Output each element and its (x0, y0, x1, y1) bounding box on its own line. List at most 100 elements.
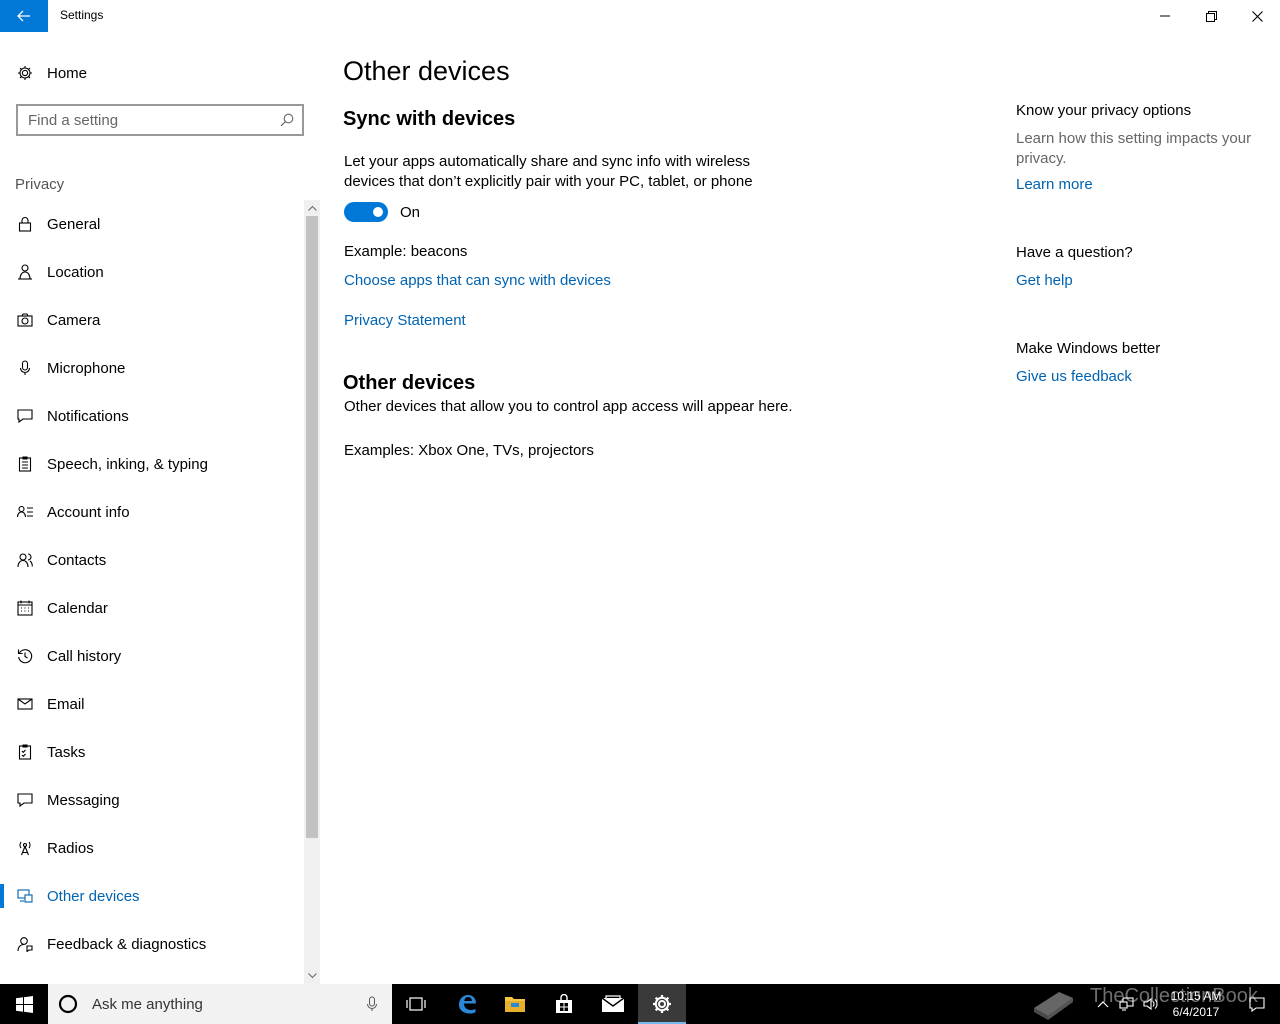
sidebar-item-label: Call history (47, 647, 122, 665)
task-view-button[interactable] (392, 984, 440, 1024)
speech-clipboard-icon (0, 456, 47, 472)
sidebar-scrollbar[interactable] (304, 200, 320, 984)
clock-date: 6/4/2017 (1172, 1005, 1220, 1019)
sidebar-item-other-devices[interactable]: Other devices (0, 872, 304, 920)
get-help-link[interactable]: Get help (1016, 272, 1073, 289)
gear-icon (653, 995, 671, 1013)
mail-envelope-icon (601, 995, 625, 1012)
sidebar-item-speech-inking-typing[interactable]: Speech, inking, & typing (0, 440, 304, 488)
sidebar-item-label: Messaging (47, 791, 120, 809)
sidebar-item-label: Other devices (47, 887, 140, 905)
settings-search-input[interactable] (18, 106, 272, 134)
edge-taskbar-button[interactable] (443, 984, 491, 1024)
mail-taskbar-button[interactable] (589, 984, 637, 1024)
book-logo-icon (1034, 992, 1073, 1020)
home-label: Home (47, 64, 88, 82)
scroll-up-arrow-icon[interactable] (304, 200, 320, 216)
watermark-book-logo (1026, 984, 1082, 1024)
settings-taskbar-button[interactable] (638, 984, 686, 1024)
gear-icon (0, 65, 47, 81)
speaker-icon (1143, 997, 1158, 1011)
other-devices-icon (0, 888, 47, 904)
sidebar-item-label: Speech, inking, & typing (47, 455, 208, 473)
store-taskbar-button[interactable] (540, 984, 588, 1024)
search-icon[interactable] (272, 113, 302, 127)
sidebar-item-microphone[interactable]: Microphone (0, 344, 304, 392)
scroll-down-arrow-icon[interactable] (304, 968, 320, 984)
action-center-icon (1249, 997, 1265, 1012)
sidebar-item-call-history[interactable]: Call history (0, 632, 304, 680)
scrollbar-thumb[interactable] (306, 216, 318, 838)
sidebar-item-account-info[interactable]: Account info (0, 488, 304, 536)
sidebar-item-radios[interactable]: Radios (0, 824, 304, 872)
history-icon (0, 648, 47, 664)
learn-more-link[interactable]: Learn more (1016, 176, 1093, 193)
sidebar-item-label: Radios (47, 839, 94, 857)
restore-icon (1205, 10, 1217, 22)
messaging-icon (0, 792, 47, 808)
sidebar-item-messaging[interactable]: Messaging (0, 776, 304, 824)
sidebar-item-camera[interactable]: Camera (0, 296, 304, 344)
sync-description-line2: devices that don’t explicitly pair with … (344, 173, 753, 190)
network-icon (1119, 997, 1134, 1011)
edge-browser-icon (459, 995, 476, 1014)
make-windows-better-heading: Make Windows better (1016, 340, 1161, 357)
privacy-statement-link[interactable]: Privacy Statement (344, 312, 466, 329)
network-tray-button[interactable] (1116, 984, 1138, 1024)
lock-icon (0, 216, 47, 232)
sync-toggle-switch[interactable] (344, 202, 388, 222)
cortana-search-box[interactable]: Ask me anything (48, 984, 392, 1024)
other-devices-heading: Other devices (343, 372, 476, 394)
sync-example: Example: beacons (344, 243, 468, 260)
sync-heading: Sync with devices (343, 108, 516, 130)
question-heading: Have a question? (1016, 244, 1133, 261)
close-button[interactable] (1234, 0, 1280, 32)
sidebar-item-general[interactable]: General (0, 200, 304, 248)
show-hidden-icons-button[interactable] (1092, 984, 1114, 1024)
sidebar-item-feedback-diagnostics[interactable]: Feedback & diagnostics (0, 920, 304, 968)
sync-description-line1: Let your apps automatically share and sy… (344, 153, 751, 170)
sidebar-item-label: Tasks (47, 743, 86, 761)
calendar-icon (0, 600, 47, 616)
restore-button[interactable] (1188, 0, 1234, 32)
account-info-icon (0, 504, 47, 520)
microphone-icon[interactable] (366, 996, 378, 1012)
toggle-state-label: On (400, 203, 421, 221)
start-button[interactable] (0, 984, 48, 1024)
email-icon (0, 696, 47, 712)
sidebar-item-label: Contacts (47, 551, 107, 569)
sidebar-item-tasks[interactable]: Tasks (0, 728, 304, 776)
back-arrow-icon (17, 10, 30, 22)
other-devices-description: Other devices that allow you to control … (344, 398, 793, 415)
home-nav-item[interactable]: Home (0, 56, 304, 90)
sidebar-item-notifications[interactable]: Notifications (0, 392, 304, 440)
sidebar-item-label: Account info (47, 503, 130, 521)
minimize-button[interactable] (1142, 0, 1188, 32)
settings-search-box[interactable] (16, 104, 304, 136)
sidebar-item-label: Notifications (47, 407, 129, 425)
radio-tower-icon (0, 840, 47, 856)
back-button[interactable] (0, 0, 48, 32)
file-explorer-taskbar-button[interactable] (491, 984, 539, 1024)
sidebar-item-calendar[interactable]: Calendar (0, 584, 304, 632)
sidebar-item-email[interactable]: Email (0, 680, 304, 728)
action-center-button[interactable] (1234, 984, 1280, 1024)
microphone-icon (0, 360, 47, 376)
sidebar-item-contacts[interactable]: Contacts (0, 536, 304, 584)
choose-apps-link[interactable]: Choose apps that can sync with devices (344, 272, 611, 289)
cortana-circle-icon (58, 994, 78, 1014)
window-title: Settings (60, 8, 104, 22)
windows-logo-icon (15, 995, 33, 1013)
privacy-nav-list: General Location Camera Microphone Notif… (0, 200, 304, 984)
active-indicator (0, 884, 4, 908)
minimize-icon (1160, 15, 1170, 17)
privacy-options-text: Learn how this setting impacts your priv… (1016, 130, 1252, 167)
title-bar: Settings (0, 0, 1280, 32)
cortana-placeholder: Ask me anything (92, 995, 203, 1013)
give-feedback-link[interactable]: Give us feedback (1016, 368, 1132, 385)
taskbar-clock[interactable]: 10:15 AM 6/4/2017 (1162, 988, 1230, 1020)
sidebar-item-location[interactable]: Location (0, 248, 304, 296)
volume-tray-button[interactable] (1140, 984, 1162, 1024)
sync-toggle-row: On (344, 202, 420, 222)
settings-window: Settings Home Privacy Ge (0, 0, 1280, 984)
